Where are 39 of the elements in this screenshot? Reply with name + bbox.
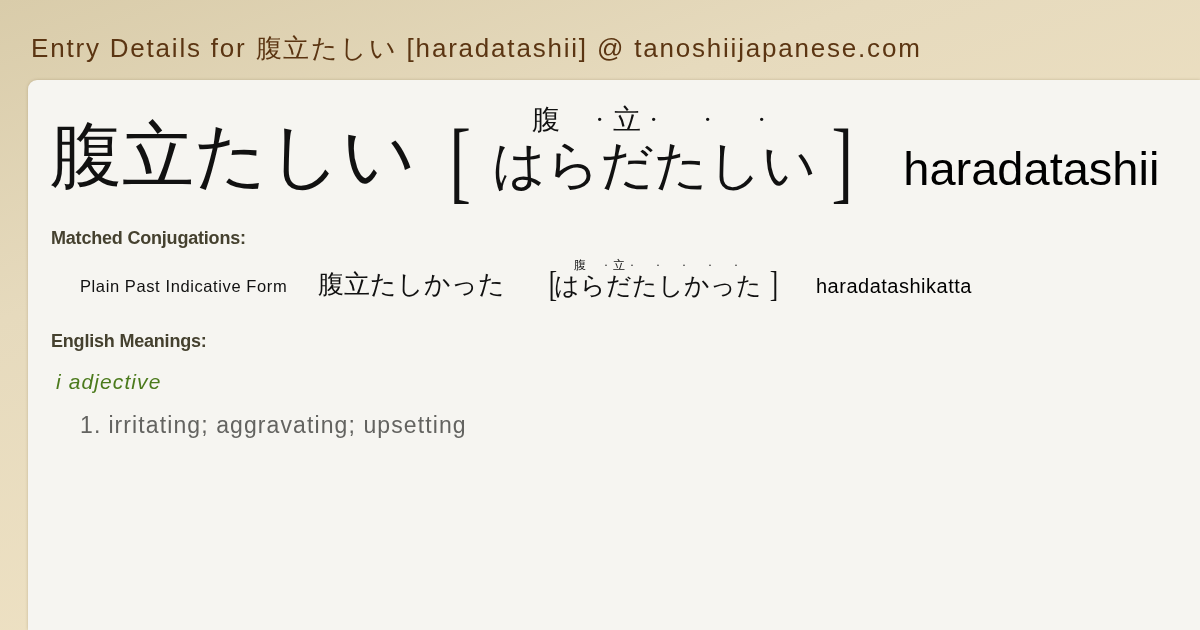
reading-bracket: [ [449, 118, 472, 204]
ruby-separator: · [595, 104, 605, 136]
reading-kana: い [761, 136, 816, 194]
ruby-separator: · [630, 258, 634, 272]
reading-bracket: ] [831, 118, 853, 204]
ruby-separator: · [682, 258, 686, 272]
sense-number: 1. [80, 411, 102, 439]
reading-bracket: ] [769, 266, 779, 302]
ruby-separator: · [703, 104, 713, 136]
ruby-kanji: 腹 [531, 104, 560, 136]
reading-kana: だ [606, 272, 632, 300]
page-title: Entry Details for 腹立たしい [haradatashii] @ tanoshiijapanese.com [31, 33, 922, 63]
reading-kana: か [684, 272, 710, 300]
reading-kana: はら [491, 136, 600, 194]
conjugation-form: Plain Past Indicative Form [80, 277, 289, 296]
reading-kana: っ [710, 272, 736, 300]
reading-kana: た [736, 272, 762, 300]
ruby-kanji: 立 [612, 104, 641, 136]
part-of-speech: i adjective [56, 369, 162, 395]
reading-kana: た [653, 136, 708, 194]
reading-kana: た [632, 272, 658, 300]
ruby-kanji: 腹 [574, 258, 586, 272]
ruby-separator: · [708, 258, 712, 272]
romaji: haradatashikatta [816, 274, 972, 298]
headword: 腹立たしい [50, 120, 416, 192]
ruby-separator: · [604, 258, 608, 272]
section-heading: Matched Conjugations: [51, 227, 246, 249]
reading-kana: だ [599, 136, 654, 194]
conjugated-word: 腹立たしかった [318, 270, 505, 300]
section-heading: English Meanings: [51, 330, 207, 352]
ruby-kanji: 立 [613, 258, 625, 272]
ruby-separator: · [757, 104, 767, 136]
romaji: haradatashii [903, 144, 1160, 194]
sense-text: irritating; aggravating; upsetting [108, 411, 467, 439]
reading-kana: し [707, 136, 762, 194]
ruby-separator: · [649, 104, 659, 136]
ruby-separator: · [656, 258, 660, 272]
ruby-separator: · [734, 258, 738, 272]
reading-kana: し [658, 272, 684, 300]
